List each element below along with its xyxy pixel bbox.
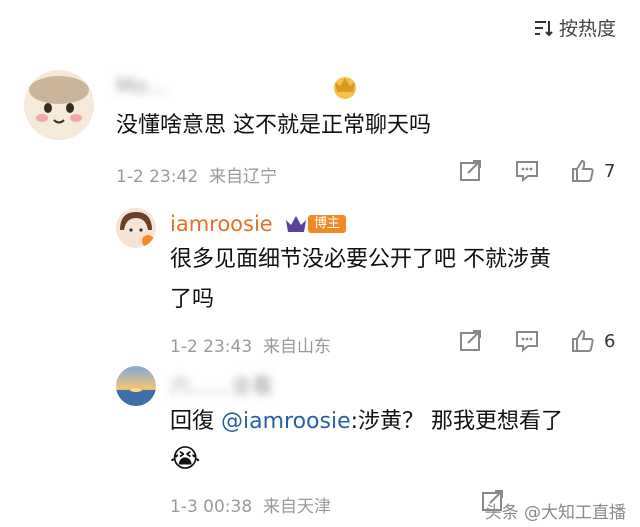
comment-text: 很多见面细节没必要公开了吧 不就涉黄 了吗 (170, 240, 551, 320)
sort-label: 按热度 (558, 18, 616, 40)
watermark: 头条 @大知工直播 (485, 498, 626, 523)
mention-link[interactable]: @iamroosie (221, 409, 351, 434)
like-count: 7 (604, 160, 616, 182)
girl-avatar (116, 208, 156, 248)
comment-icon (516, 331, 538, 353)
avatar[interactable] (116, 208, 156, 248)
sunset-sea-avatar (116, 366, 156, 406)
username[interactable]: 六......全看 (170, 370, 273, 400)
username[interactable]: iamroosie (170, 212, 273, 236)
crying-emoji: 😭 (170, 444, 201, 474)
sort-lines-icon (534, 20, 553, 36)
share-icon (460, 330, 481, 351)
share-icon (460, 160, 481, 181)
comment-time: 1-3 00:38 (170, 497, 253, 517)
like-button[interactable]: 7 (570, 158, 615, 184)
reply-button[interactable] (514, 158, 540, 184)
thumbs-up-icon (572, 159, 594, 182)
comment-text: 回復 @iamroosie:涉黄？ 那我更想看了 (170, 402, 563, 442)
crown-gold-icon (334, 77, 356, 99)
comment-time: 1-2 23:42 (116, 167, 199, 187)
like-count: 6 (604, 330, 616, 352)
reply-text: :涉黄？ 那我更想看了 (350, 409, 564, 434)
comment-meta: 1-3 00:38 来自天津 (170, 492, 331, 517)
comment-meta: 1-2 23:42 来自辽宁 (116, 162, 277, 187)
comment-item: Mo... 没懂啥意思 这不就是正常聊天吗 1-2 23:42 来自辽宁 7 (0, 70, 640, 200)
cartoon-face-avatar (24, 70, 94, 140)
comment-text-line: 很多见面细节没必要公开了吧 不就涉黄 (170, 247, 551, 272)
comment-actions: 6 (458, 328, 615, 354)
crown-purple-icon (286, 216, 306, 232)
comment-text-line: 了吗 (170, 287, 215, 312)
comment-actions: 7 (458, 158, 615, 184)
avatar[interactable] (24, 70, 94, 140)
sort-by-heat-button[interactable]: 按热度 (533, 14, 616, 41)
comment-location: 来自辽宁 (208, 167, 277, 187)
avatar[interactable] (116, 366, 156, 406)
comment-icon (516, 161, 538, 183)
reply-prefix: 回復 (170, 409, 215, 434)
thumbs-up-icon (572, 329, 594, 352)
host-badge: 博主 (308, 215, 347, 233)
username[interactable]: Mo... (116, 74, 167, 98)
watermark-text: 头条 @大知工直播 (484, 503, 626, 523)
like-button[interactable]: 6 (570, 328, 615, 354)
comment-item: iamroosie 博主 很多见面细节没必要公开了吧 不就涉黄 了吗 1-2 2… (0, 208, 640, 358)
share-button[interactable] (458, 158, 484, 184)
share-button[interactable] (458, 328, 484, 354)
comment-time: 1-2 23:43 (170, 337, 253, 357)
reply-button[interactable] (514, 328, 540, 354)
comment-text: 没懂啥意思 这不就是正常聊天吗 (116, 113, 431, 138)
comment-location: 来自天津 (262, 497, 331, 517)
comment-location: 来自山东 (262, 337, 331, 357)
comment-meta: 1-2 23:43 来自山东 (170, 332, 331, 357)
